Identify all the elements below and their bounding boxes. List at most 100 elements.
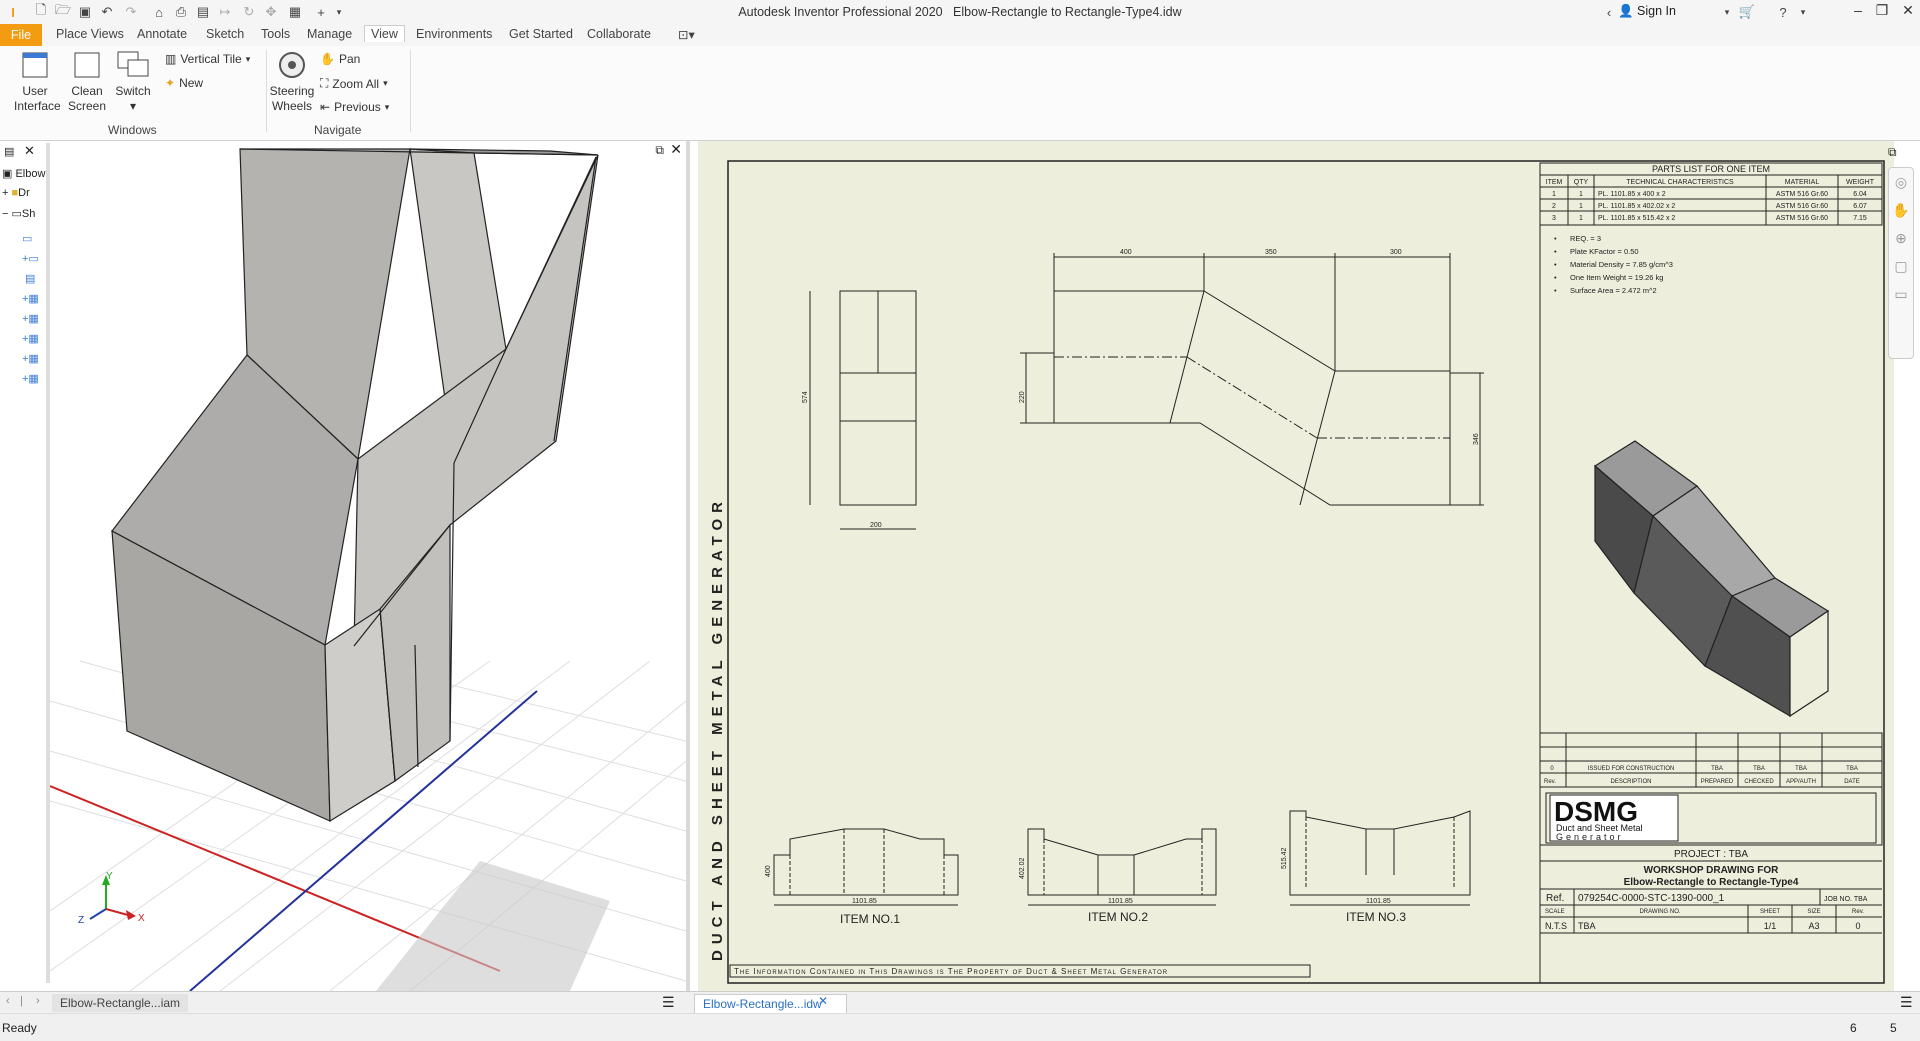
tab-collaborate[interactable]: Collaborate	[587, 27, 651, 41]
doc-tab-assembly[interactable]: Elbow-Rectangle...iam	[52, 994, 189, 1012]
zoom-all-button[interactable]: ⛶ Zoom All ▾	[320, 76, 388, 91]
tab-file[interactable]: File	[0, 24, 42, 46]
parts-cell: PL. 1101.85 x 402.02 x 2	[1598, 203, 1675, 210]
parts-cell: 1	[1579, 203, 1583, 210]
model-viewport[interactable]: ⧉ ✕ Y X Z	[50, 141, 686, 991]
browser-view-list[interactable]: ▭ +▭ ▤ +▦ +▦ +▦ +▦ +▦	[22, 229, 39, 389]
title-bar: I 🗋 🗁 ▣ ↶ ↷ ⌂ ⎙ ▤ ↦ ↻ ✥ ▦ + ▾ Autodesk I…	[0, 0, 1920, 24]
parts-cell: 3	[1552, 215, 1556, 222]
workshop-title: WORKSHOP DRAWING FOR	[1644, 865, 1780, 876]
status-text: Ready	[2, 1021, 37, 1035]
pan-button[interactable]: ✋ Pan	[320, 52, 360, 66]
nav-zoom-icon[interactable]: ⊕	[1889, 224, 1913, 252]
tab-environments[interactable]: Environments	[416, 27, 492, 41]
tab-get-started[interactable]: Get Started	[509, 27, 573, 41]
navigate-group-label: Navigate	[314, 123, 362, 137]
restore-button[interactable]: ❐	[1870, 2, 1894, 22]
svg-text:X: X	[138, 913, 145, 924]
note-item: •	[1554, 286, 1557, 295]
parts-cell: 2	[1552, 203, 1556, 210]
nav-pan-icon[interactable]: ✋	[1889, 196, 1913, 224]
workshop-subtitle: Elbow-Rectangle to Rectangle-Type4	[1624, 877, 1799, 888]
ribbon-separator	[410, 50, 411, 132]
dim-350: 350	[1265, 249, 1277, 256]
note-item: •	[1554, 273, 1557, 282]
sheet-label: SHEET	[1760, 909, 1780, 915]
tab-tools[interactable]: Tools	[261, 27, 290, 41]
rev-checked-header: CHECKED	[1744, 779, 1774, 785]
item-3-label: ITEM NO.3	[1346, 910, 1406, 924]
back-icon[interactable]: ‹	[1600, 3, 1618, 21]
side-title: DUCT AND SHEET METAL GENERATOR	[709, 496, 726, 961]
clean-screen-button[interactable]: Clean Screen	[66, 50, 108, 114]
svg-text:Y: Y	[106, 871, 113, 882]
vertical-tile-button[interactable]: ▥ Vertical Tile ▾	[165, 52, 250, 66]
job-no: JOB NO. TBA	[1824, 896, 1868, 903]
note-item: •	[1554, 234, 1557, 243]
previous-view-button[interactable]: ⇤ Previous ▾	[320, 100, 389, 114]
zoom-all-icon: ⛶	[320, 76, 329, 90]
browser-item-sheet[interactable]: − ▭Sh	[2, 207, 35, 220]
doc-tab-close-icon[interactable]: ✕	[818, 994, 828, 1008]
parts-list-title: PARTS LIST FOR ONE ITEM	[1652, 164, 1770, 174]
svg-text:Z: Z	[78, 915, 84, 926]
sign-in-button[interactable]: 👤 Sign In	[1618, 4, 1676, 19]
parts-cell: ASTM 516 Gr.60	[1776, 203, 1828, 210]
tab-menu-right-icon[interactable]: ☰	[1900, 994, 1913, 1011]
maximize-drawing-icon[interactable]: ⧉	[1888, 145, 1912, 161]
switch-button[interactable]: Switch ▾	[112, 50, 154, 114]
cart-icon[interactable]: 🛒	[1738, 3, 1756, 21]
help-chevron-icon[interactable]: ▾	[1794, 3, 1812, 21]
browser-menu-icon[interactable]: ▤	[4, 145, 14, 158]
tab-scroll-separator-icon[interactable]: |	[20, 995, 23, 1007]
tab-annotate[interactable]: Annotate	[137, 27, 187, 41]
ribbon-display-options-icon[interactable]: ⊡▾	[678, 27, 695, 42]
new-window-button[interactable]: ✦ New	[165, 76, 203, 90]
tab-view[interactable]: View	[364, 25, 405, 42]
dim-400: 400	[1120, 249, 1132, 256]
item-1-label: ITEM NO.1	[840, 912, 900, 926]
note-item: One Item Weight = 19.26 kg	[1570, 273, 1663, 282]
help-icon[interactable]: ?	[1774, 3, 1792, 21]
tab-sketch[interactable]: Sketch	[206, 27, 244, 41]
drawing-viewport[interactable]: DUCT AND SHEET METAL GENERATOR PARTS LIS…	[690, 141, 1920, 991]
tab-scroll-right-icon[interactable]: ›	[36, 995, 40, 1007]
rev-approved-header: APP/AUTH	[1786, 779, 1816, 785]
status-count-2: 5	[1890, 1021, 1897, 1035]
tab-manage[interactable]: Manage	[307, 27, 352, 41]
scale-label: SCALE	[1545, 909, 1565, 915]
close-button[interactable]: ✕	[1896, 2, 1920, 22]
previous-view-icon: ⇤	[320, 100, 331, 114]
ribbon-panel: User Interface Clean Screen Switch ▾ ▥ Verti…	[0, 46, 1920, 141]
parts-cell: 6.07	[1853, 203, 1867, 210]
user-interface-button[interactable]: User Interface	[14, 50, 61, 114]
document-tabs: ‹ | › Elbow-Rectangle...iam ☰ Elbow-Rect…	[0, 991, 1920, 1014]
browser-close-icon[interactable]: ✕	[24, 143, 35, 159]
dim-200: 200	[870, 522, 882, 529]
tab-menu-icon[interactable]: ☰	[662, 994, 675, 1011]
size-label: SIZE	[1807, 909, 1820, 915]
ref-label: Ref.	[1546, 893, 1564, 904]
parts-header-item: ITEM	[1546, 179, 1563, 186]
view-triad[interactable]: Y X Z	[78, 871, 145, 926]
nav-wheel-icon[interactable]: ◎	[1889, 168, 1913, 196]
nav-look-icon[interactable]: ▭	[1889, 280, 1913, 308]
rev-description: ISSUED FOR CONSTRUCTION	[1588, 766, 1675, 772]
tab-place-views[interactable]: Place Views	[56, 27, 124, 41]
vertical-tile-icon: ▥	[165, 52, 177, 66]
browser-item-root[interactable]: ▣ Elbow	[2, 167, 45, 180]
signin-chevron-icon[interactable]: ▾	[1718, 3, 1736, 21]
minimize-button[interactable]: –	[1846, 2, 1870, 22]
ribbon-tabs: File Place Views Annotate Sketch Tools M…	[0, 24, 1920, 46]
parts-cell: ASTM 516 Gr.60	[1776, 215, 1828, 222]
steering-wheels-button[interactable]: Steering Wheels	[268, 50, 316, 114]
drawing-no-value: TBA	[1578, 921, 1596, 931]
status-bar: Ready 6 5	[0, 1013, 1920, 1041]
item-1-width: 1101.85	[852, 898, 877, 905]
browser-item-drawing-resources[interactable]: + ■Dr	[2, 187, 30, 199]
tab-scroll-left-icon[interactable]: ‹	[6, 995, 10, 1007]
rev-checked: TBA	[1753, 766, 1765, 772]
note-item: •	[1554, 247, 1557, 256]
nav-zoom-window-icon[interactable]: ▢	[1889, 252, 1913, 280]
ref-value: 079254C-0000-STC-1390-000_1	[1578, 893, 1725, 904]
